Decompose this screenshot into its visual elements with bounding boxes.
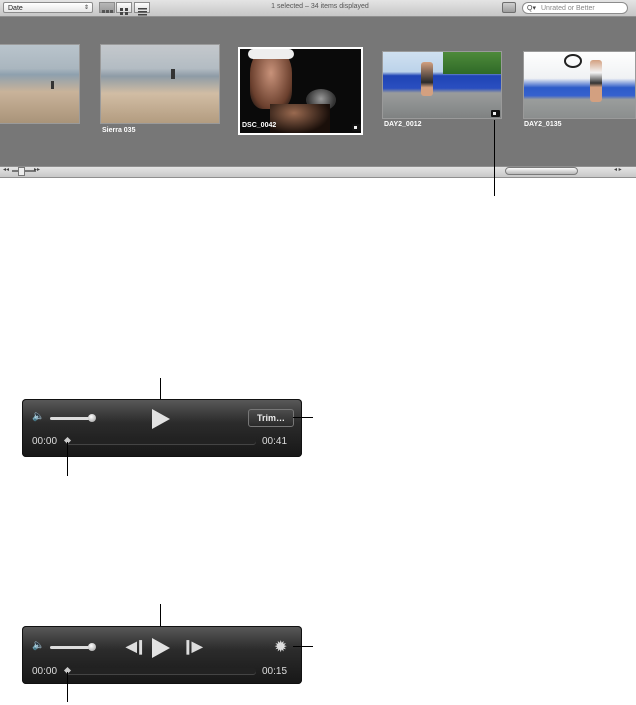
callout-line [67, 672, 68, 702]
grid-icon [120, 8, 128, 15]
scrubber-bar[interactable] [66, 438, 256, 444]
small-size-icon: ◂◂ [3, 167, 10, 173]
thumbnail-beach-1[interactable] [0, 44, 80, 124]
list-icon [138, 8, 147, 16]
video-player-controls: 🔈 Trim… 00:00 00:41 [22, 399, 302, 457]
current-time: 00:00 [32, 666, 58, 677]
thumbnail-size-knob[interactable] [18, 167, 25, 176]
thumbnail-day2-0135[interactable] [523, 51, 636, 119]
callout-line [293, 646, 313, 647]
info-toggle-button[interactable] [502, 2, 516, 13]
figure [171, 69, 175, 79]
video-player-controls-extended: 🔈 ◀❙ ❙▶ ✹ 00:00 00:15 [22, 626, 302, 684]
arm [270, 104, 330, 133]
volume-icon: 🔈 [32, 640, 45, 651]
grid-view-button[interactable] [116, 2, 132, 15]
callout-line [494, 120, 495, 196]
tennis-player [590, 60, 602, 102]
volume-icon: 🔈 [32, 411, 45, 422]
step-back-icon[interactable]: ◀❙ [126, 638, 146, 655]
large-size-icon: ▸▸ [34, 167, 41, 173]
sort-value: Date [8, 5, 23, 12]
volume-knob[interactable] [88, 643, 96, 651]
tennis-player [421, 62, 433, 96]
sort-popup[interactable]: Date ⇕ [3, 2, 93, 13]
thumbnail-label: DAY2_0012 [384, 121, 422, 128]
popup-arrows-icon: ⇕ [83, 5, 89, 11]
callout-line [293, 417, 313, 418]
thumbnail-label: DSC_0042 [242, 122, 277, 129]
scrubber-bar[interactable] [66, 668, 256, 674]
thumbnail-label: Sierra 035 [102, 127, 136, 134]
thumbnail-label: DAY2_0135 [524, 121, 562, 128]
filmstrip-icon [102, 10, 113, 13]
figure [51, 81, 54, 89]
search-icon: Q▾ [527, 5, 536, 12]
trim-button[interactable]: Trim… [248, 409, 294, 427]
current-time: 00:00 [32, 436, 58, 447]
video-badge-icon [491, 110, 500, 117]
filmstrip-view-button[interactable] [99, 2, 115, 13]
step-forward-icon[interactable]: ❙▶ [182, 638, 202, 655]
duration: 00:15 [262, 666, 288, 677]
racket [564, 54, 582, 68]
filter-placeholder: Unrated or Better [541, 5, 595, 12]
thumbnail-sierra-035[interactable] [100, 44, 220, 124]
headband [248, 49, 294, 59]
filter-search-field[interactable]: Q▾ Unrated or Better [522, 2, 628, 14]
trees [443, 52, 501, 74]
scroll-thumb[interactable] [505, 167, 578, 175]
scroll-arrows-icon[interactable]: ◂ ▸ [614, 166, 622, 173]
list-view-button[interactable] [134, 2, 150, 16]
video-badge-icon [352, 124, 361, 131]
status-text: 1 selected – 34 items displayed [271, 3, 369, 10]
volume-knob[interactable] [88, 414, 96, 422]
media-browser: Sierra 035 DSC_0042 DAY2_0012 DAY2_0135 [0, 17, 636, 166]
play-icon[interactable] [152, 409, 170, 429]
play-icon[interactable] [152, 638, 170, 658]
gear-icon[interactable]: ✹ [274, 637, 287, 657]
thumbnail-day2-0012[interactable] [382, 51, 502, 119]
callout-line [67, 442, 68, 476]
duration: 00:41 [262, 436, 288, 447]
